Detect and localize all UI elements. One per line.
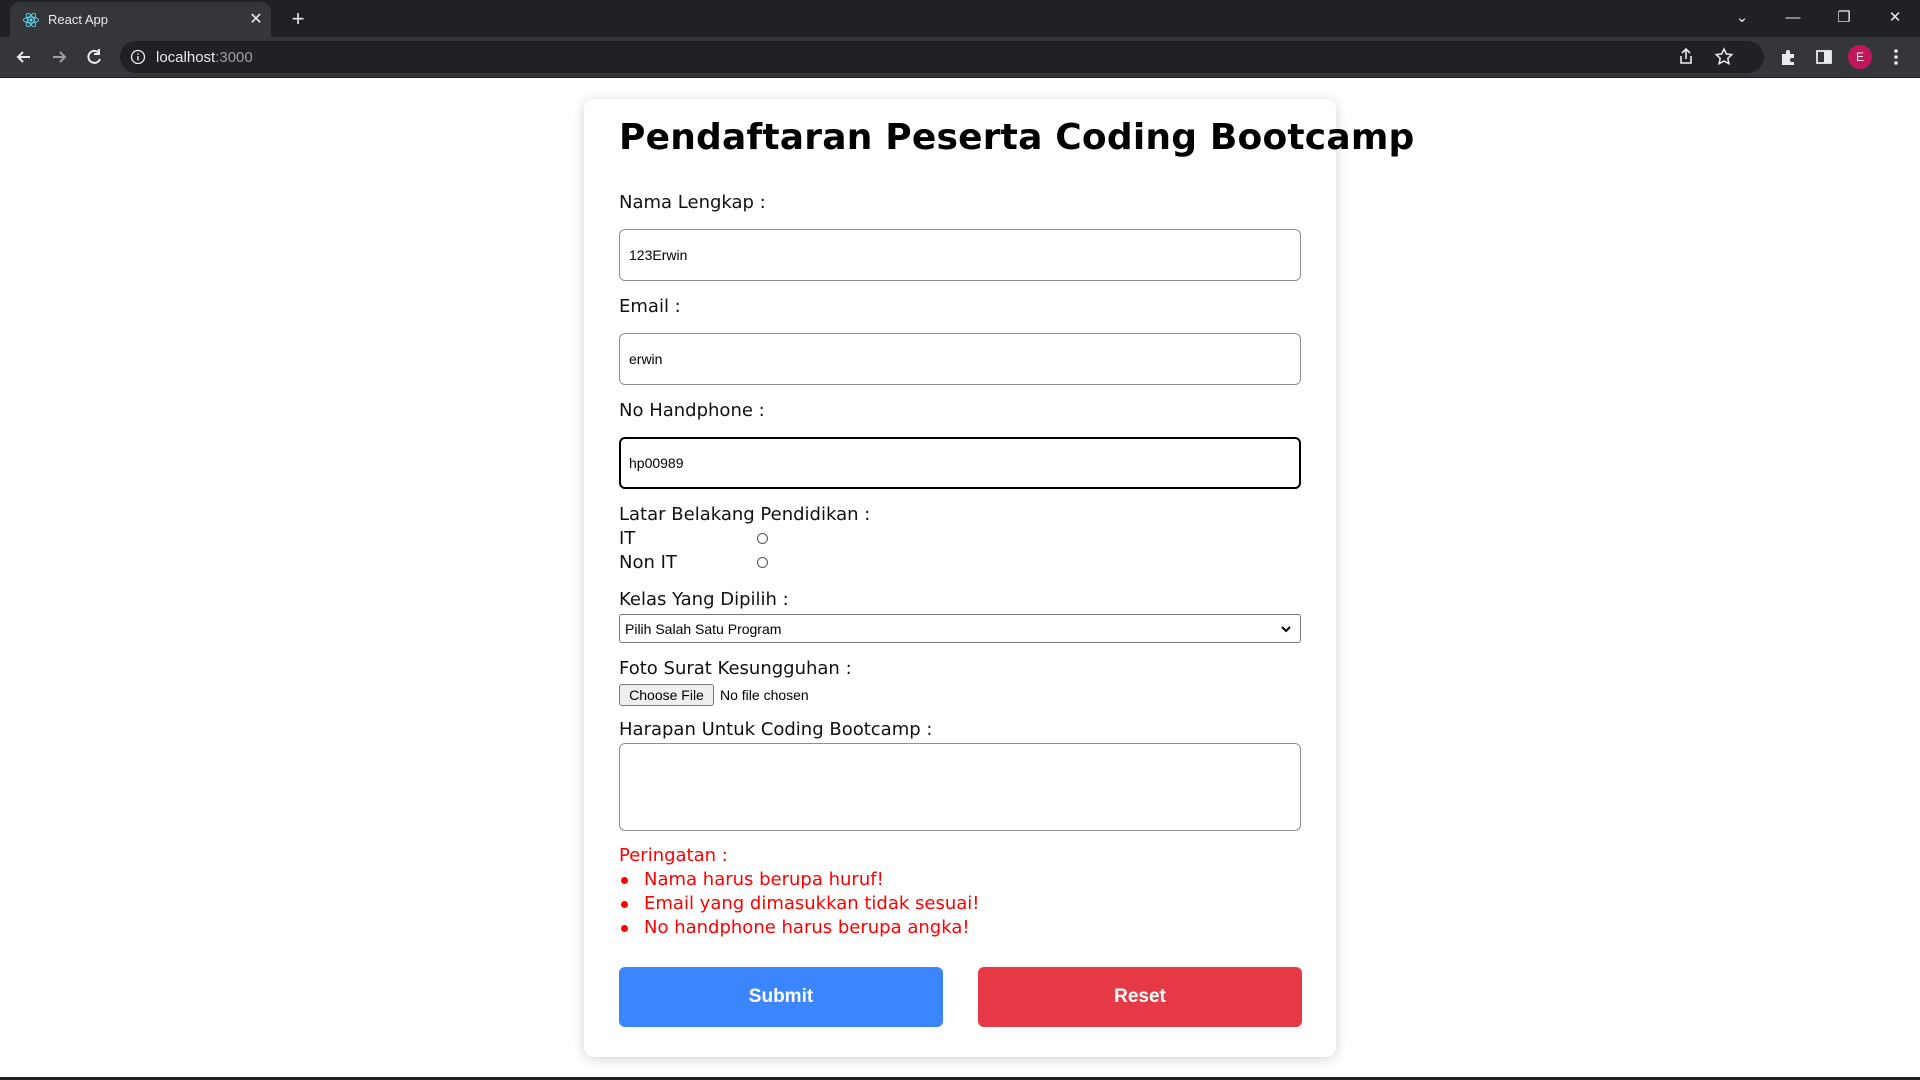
side-panel-icon[interactable] [1810, 43, 1838, 71]
email-label: Email : [619, 296, 681, 317]
warning-item: Nama harus berupa huruf! [619, 869, 980, 893]
chevron-down-icon [1281, 626, 1291, 633]
tab-strip: React App ✕ + ⌄ — ❐ ✕ [0, 0, 1920, 37]
warning-item: Email yang dimasukkan tidak sesuai! [619, 893, 980, 917]
warning-title: Peringatan : [619, 845, 728, 866]
nama-input[interactable]: 123Erwin [619, 229, 1301, 281]
warning-list: Nama harus berupa huruf! Email yang dima… [619, 869, 980, 941]
file-status: No file chosen [720, 687, 809, 703]
hp-value: hp00989 [629, 455, 684, 471]
registration-card: Pendaftaran Peserta Coding Bootcamp Nama… [584, 99, 1414, 1057]
browser-menu-icon[interactable] [1882, 43, 1910, 71]
profile-avatar[interactable]: E [1848, 45, 1872, 69]
share-icon[interactable] [1672, 43, 1700, 71]
radio-non-it[interactable] [757, 557, 768, 568]
hp-label: No Handphone : [619, 400, 765, 421]
email-input[interactable]: erwin [619, 333, 1301, 385]
foto-label: Foto Surat Kesungguhan : [619, 658, 852, 679]
reset-button[interactable]: Reset [978, 967, 1302, 1027]
choose-file-button[interactable]: Choose File [619, 684, 714, 706]
forward-icon[interactable] [45, 43, 73, 71]
email-value: erwin [629, 351, 663, 367]
address-bar[interactable]: localhost:3000 [120, 41, 1764, 73]
site-info-icon[interactable] [130, 49, 146, 65]
browser-toolbar: localhost:3000 E [0, 37, 1920, 78]
tab-search-icon[interactable]: ⌄ [1722, 4, 1762, 32]
extensions-icon[interactable] [1774, 43, 1802, 71]
tab-react-app[interactable]: React App ✕ [10, 2, 271, 37]
kelas-selected: Pilih Salah Satu Program [625, 621, 782, 637]
close-tab-icon[interactable]: ✕ [246, 10, 266, 30]
radio-it[interactable] [757, 533, 768, 544]
hp-input[interactable]: hp00989 [619, 437, 1301, 489]
nama-label: Nama Lengkap : [619, 192, 766, 213]
warning-item: No handphone harus berupa angka! [619, 917, 980, 941]
url-text: localhost:3000 [156, 49, 253, 66]
submit-button[interactable]: Submit [619, 967, 943, 1027]
restore-icon[interactable]: ❐ [1824, 4, 1864, 32]
kelas-label: Kelas Yang Dipilih : [619, 589, 789, 610]
harapan-label: Harapan Untuk Coding Bootcamp : [619, 719, 933, 740]
tab-title: React App [48, 12, 108, 27]
page-title: Pendaftaran Peserta Coding Bootcamp [619, 117, 1415, 158]
new-tab-icon[interactable]: + [286, 7, 310, 31]
bookmark-star-icon[interactable] [1710, 43, 1738, 71]
radio-non-it-label: Non IT [619, 552, 677, 573]
reload-icon[interactable] [80, 43, 108, 71]
kelas-select[interactable]: Pilih Salah Satu Program [619, 614, 1301, 643]
pendidikan-label: Latar Belakang Pendidikan : [619, 504, 871, 525]
harapan-textarea[interactable] [619, 743, 1301, 831]
nama-value: 123Erwin [629, 247, 688, 263]
close-window-icon[interactable]: ✕ [1875, 4, 1915, 32]
radio-it-label: IT [619, 528, 636, 549]
react-icon [23, 12, 39, 28]
back-icon[interactable] [10, 43, 38, 71]
minimize-icon[interactable]: — [1773, 4, 1813, 32]
